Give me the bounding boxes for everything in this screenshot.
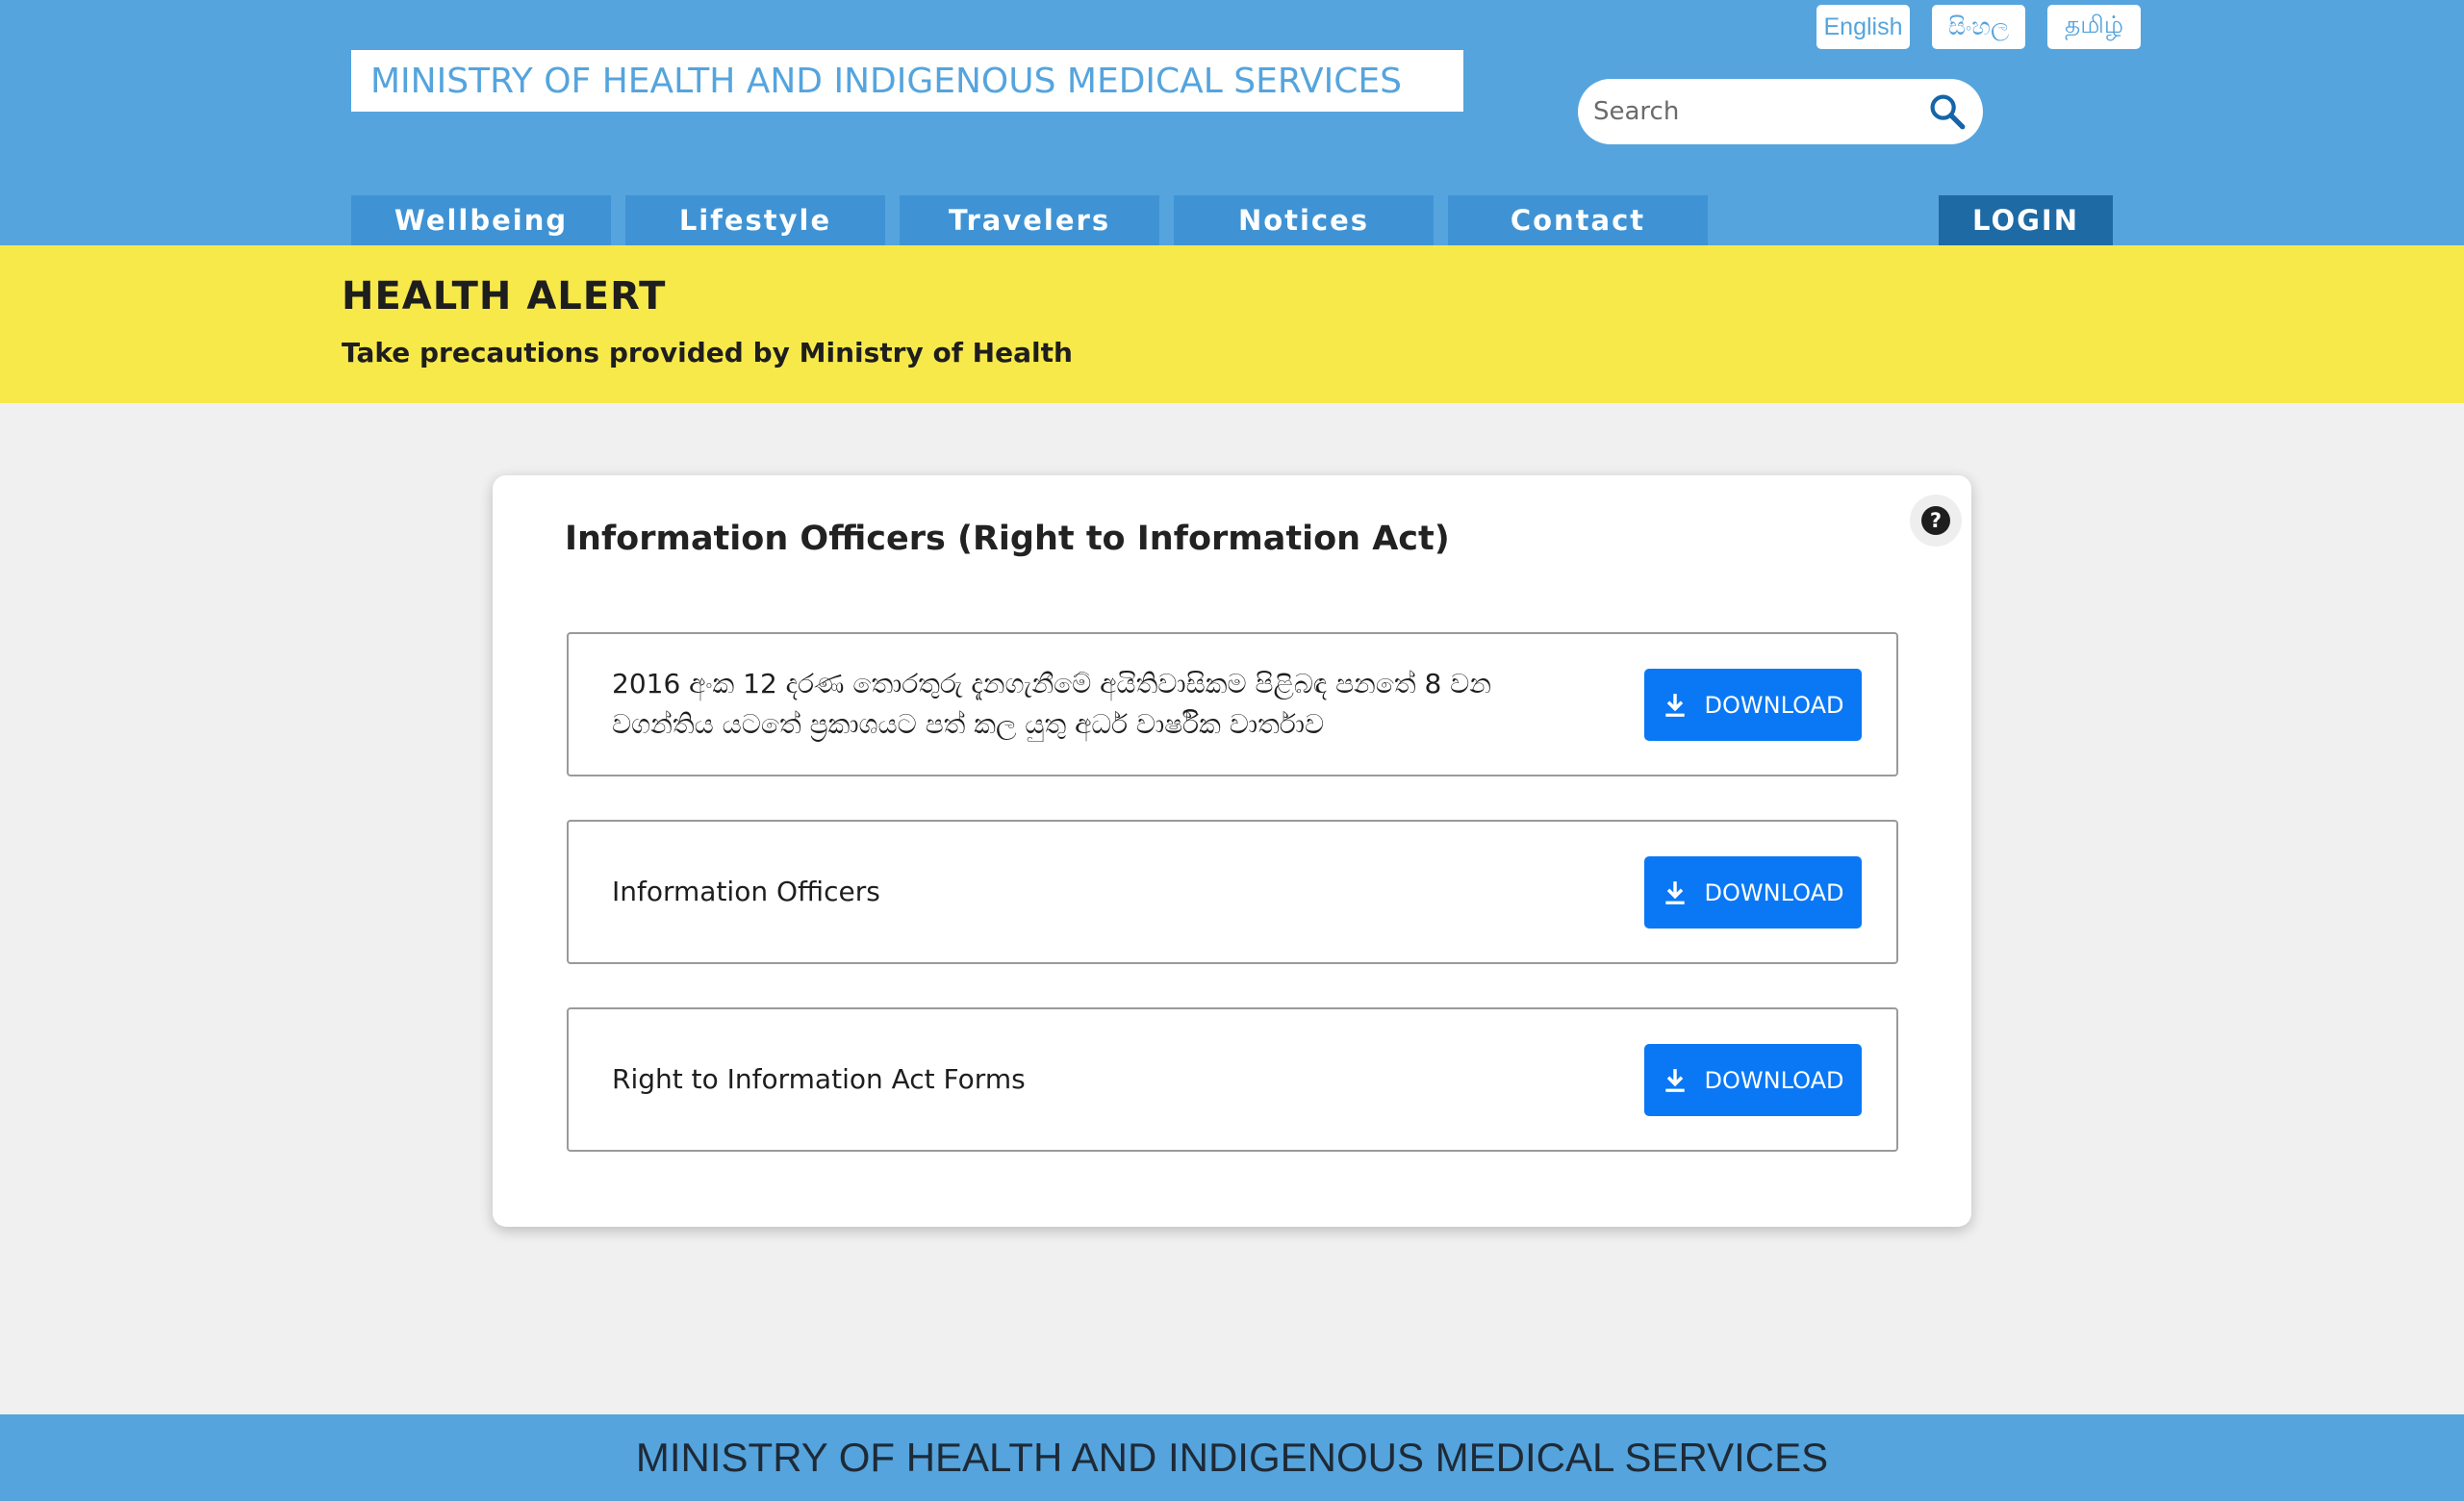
document-label: Right to Information Act Forms: [612, 1063, 1026, 1095]
document-row: 2016 අංක 12 දරණ තොරතුරු දැනගැනීමේ අයිතිව…: [567, 632, 1898, 776]
nav-tab-notices[interactable]: Notices: [1174, 195, 1434, 245]
nav-tab-travelers[interactable]: Travelers: [900, 195, 1159, 245]
health-alert-banner: HEALTH ALERT Take precautions provided b…: [0, 245, 2464, 403]
search-bar: [1578, 79, 1983, 144]
page-title: Information Officers (Right to Informati…: [565, 520, 1450, 558]
download-button[interactable]: DOWNLOAD: [1644, 1044, 1862, 1116]
download-icon: [1664, 880, 1685, 904]
document-row: Information Officers DOWNLOAD: [567, 820, 1898, 964]
language-sinhala-button[interactable]: සිංහල: [1932, 5, 2025, 49]
download-button[interactable]: DOWNLOAD: [1644, 856, 1862, 929]
search-icon[interactable]: [1925, 89, 1969, 134]
site-header: English සිංහල தமிழ் MINISTRY OF HEALTH A…: [0, 0, 2464, 245]
alert-subtitle: Take precautions provided by Ministry of…: [342, 337, 1073, 369]
download-button-label: DOWNLOAD: [1704, 691, 1844, 719]
documents-card: Information Officers (Right to Informati…: [493, 475, 1971, 1227]
login-button[interactable]: LOGIN: [1939, 195, 2113, 245]
download-button[interactable]: DOWNLOAD: [1644, 669, 1862, 741]
search-input[interactable]: [1593, 79, 1925, 144]
document-label: 2016 අංක 12 දරණ තොරතුරු දැනගැනීමේ අයිතිව…: [612, 668, 1492, 740]
download-button-label: DOWNLOAD: [1704, 878, 1844, 906]
nav-tab-wellbeing[interactable]: Wellbeing: [351, 195, 611, 245]
document-label: Information Officers: [612, 876, 880, 907]
nav-tab-contact[interactable]: Contact: [1448, 195, 1708, 245]
site-title[interactable]: MINISTRY OF HEALTH AND INDIGENOUS MEDICA…: [351, 50, 1463, 112]
download-icon: [1664, 1068, 1685, 1092]
footer-text: MINISTRY OF HEALTH AND INDIGENOUS MEDICA…: [635, 1435, 1829, 1480]
help-button[interactable]: ?: [1910, 495, 1962, 547]
alert-title: HEALTH ALERT: [342, 274, 667, 318]
download-button-label: DOWNLOAD: [1704, 1066, 1844, 1094]
site-footer: MINISTRY OF HEALTH AND INDIGENOUS MEDICA…: [0, 1414, 2464, 1501]
nav-tab-lifestyle[interactable]: Lifestyle: [625, 195, 885, 245]
language-english-button[interactable]: English: [1816, 5, 1910, 49]
language-tamil-button[interactable]: தமிழ்: [2047, 5, 2141, 49]
document-row: Right to Information Act Forms DOWNLOAD: [567, 1007, 1898, 1152]
download-icon: [1664, 693, 1685, 717]
question-circle-icon: ?: [1921, 506, 1950, 535]
